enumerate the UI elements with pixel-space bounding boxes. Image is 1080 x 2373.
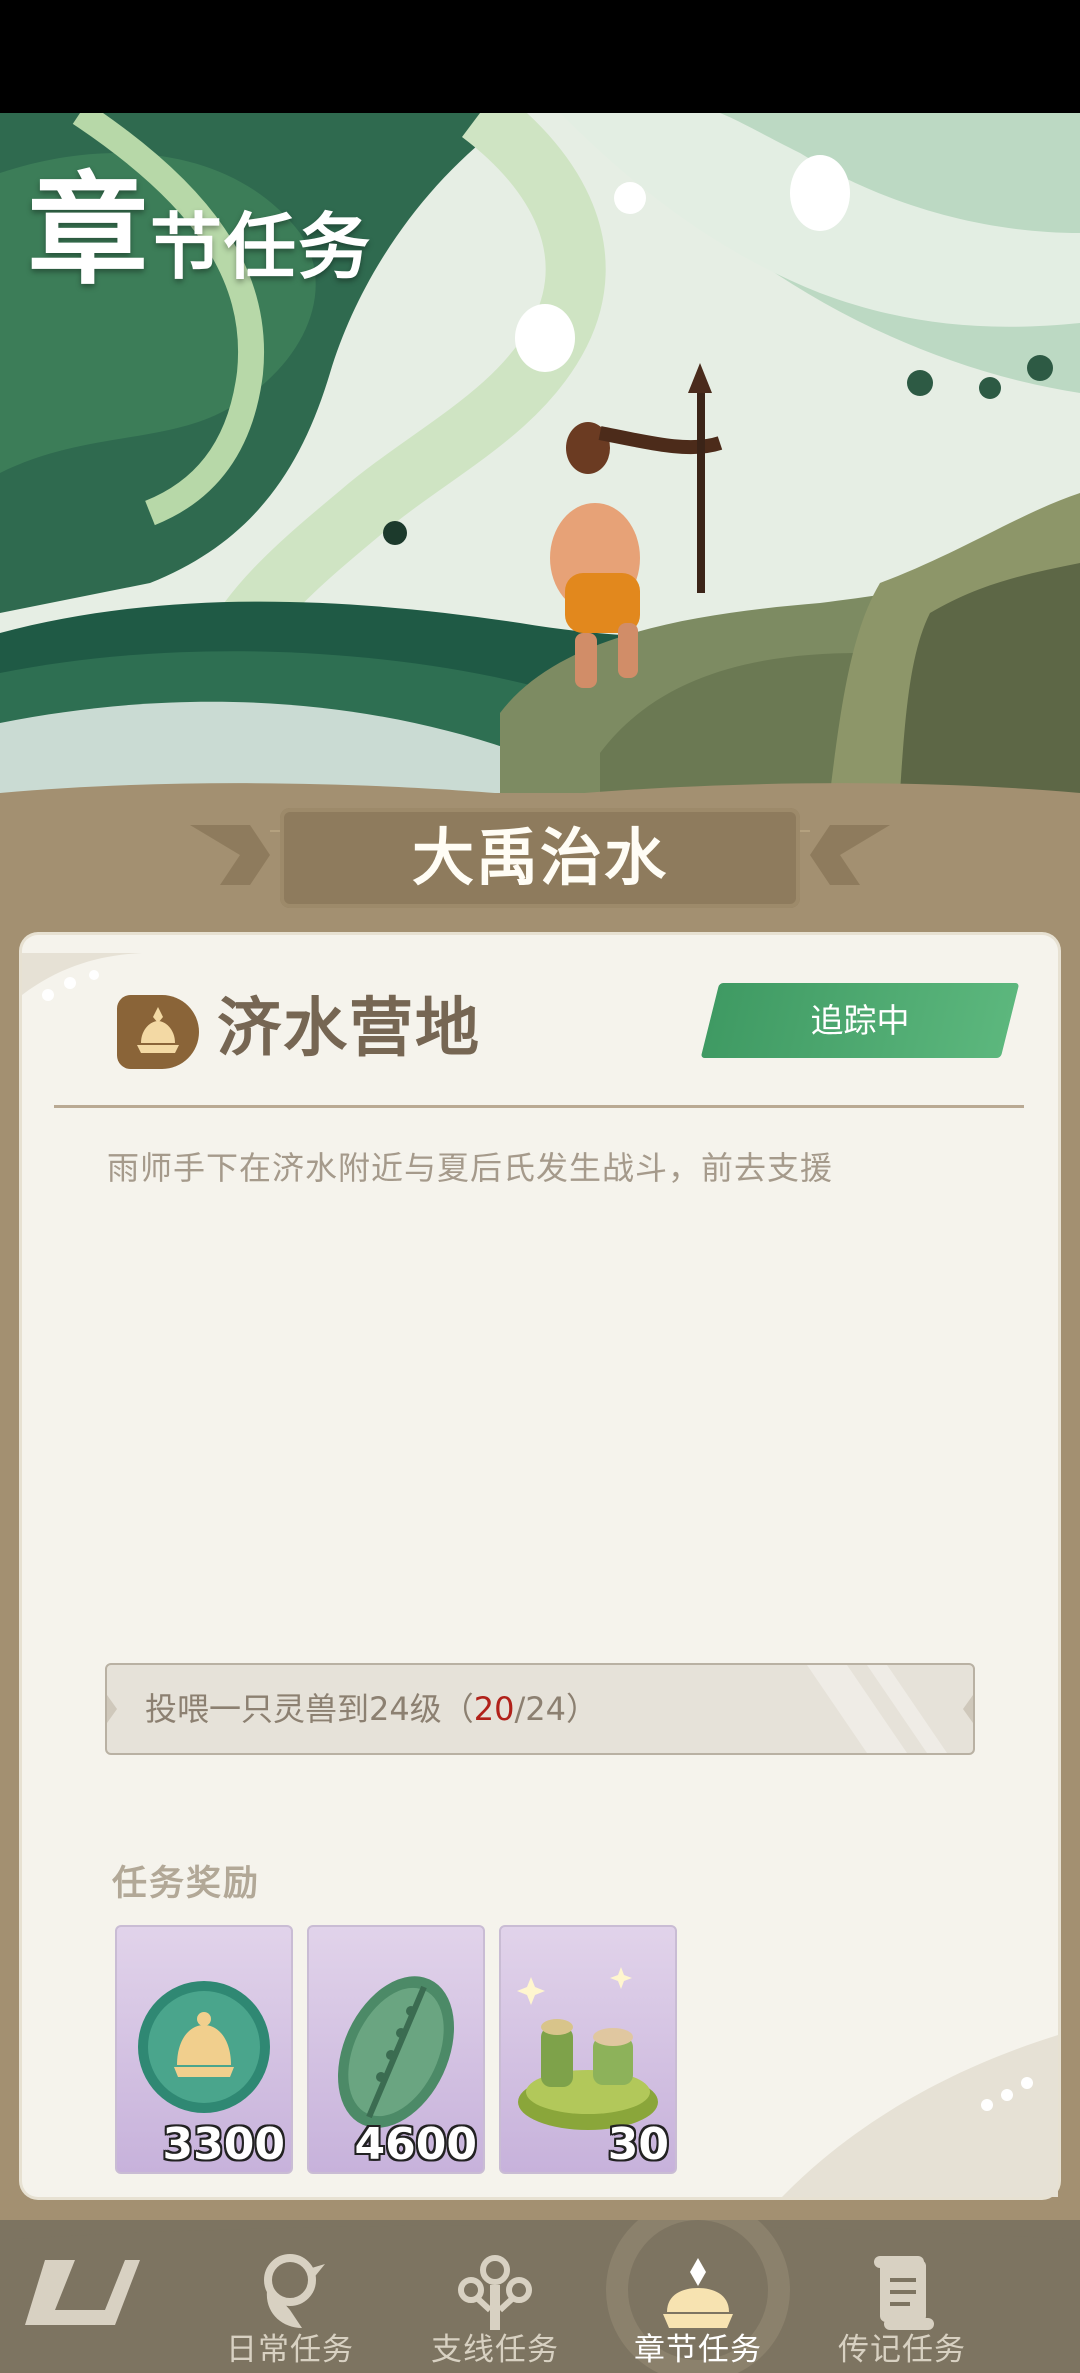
scroll-icon (874, 2256, 934, 2330)
objective-bar: 投喂一只灵兽到24级（20/24） (105, 1663, 975, 1755)
objective-text: 投喂一只灵兽到24级（20/24） (145, 1665, 598, 1753)
divider (54, 1105, 1024, 1108)
chapter-title: 大禹治水 (411, 821, 668, 894)
bottom-nav: 日常任务 支线任务 章节任务 传记任务 (0, 2220, 1080, 2373)
nav-biography-tasks[interactable]: 传记任务 (812, 2220, 992, 2373)
stage-name: 济水营地 (217, 992, 481, 1066)
page-title-first-char: 章 (28, 162, 150, 301)
quest-description: 雨师手下在济水附近与夏后氏发生战斗，前去支援 (107, 1149, 834, 1187)
nav-label: 章节任务 (634, 2332, 762, 2368)
nav-label: 支线任务 (431, 2332, 559, 2368)
reward-count: 30 (607, 2119, 669, 2170)
objective-close-paren: ） (565, 1690, 598, 1728)
reward-count: 3300 (162, 2119, 285, 2170)
reward-item[interactable]: 4600 (307, 1925, 485, 2174)
nav-side-tasks[interactable]: 支线任务 (405, 2220, 585, 2373)
nav-label: 传记任务 (838, 2332, 966, 2368)
logo-icon (25, 2260, 140, 2325)
tracking-label[interactable]: 追踪中 (710, 983, 1010, 1058)
status-bar (0, 0, 1080, 113)
reward-item[interactable]: 3300 (115, 1925, 293, 2174)
bird-icon (264, 2254, 325, 2328)
objective-separator: / (514, 1690, 526, 1728)
camp-icon (117, 995, 199, 1069)
page-title-rest: 节任务 (150, 205, 373, 289)
nav-daily-tasks[interactable]: 日常任务 (200, 2220, 380, 2373)
reward-count: 4600 (354, 2119, 477, 2170)
nav-chapter-tasks[interactable]: 章节任务 (608, 2220, 788, 2373)
nav-home[interactable] (10, 2220, 150, 2373)
page-title: 章节任务 (28, 133, 372, 307)
objective-current: 20 (473, 1690, 515, 1728)
chapter-icon (663, 2258, 733, 2328)
objective-total: 24 (525, 1690, 566, 1728)
rewards-title: 任务奖励 (112, 1864, 261, 1904)
quest-card: 济水营地 追踪中 雨师手下在济水附近与夏后氏发生战斗，前去支援 投喂一只灵兽到2… (22, 935, 1058, 2197)
branch-icon (458, 2255, 532, 2330)
nav-label: 日常任务 (226, 2332, 354, 2368)
reward-item[interactable]: 30 (499, 1925, 677, 2174)
objective-open-paren: （ (441, 1690, 474, 1728)
hero-banner: 章节任务 (0, 113, 1080, 793)
objective-label: 投喂一只灵兽到24级 (145, 1690, 442, 1728)
